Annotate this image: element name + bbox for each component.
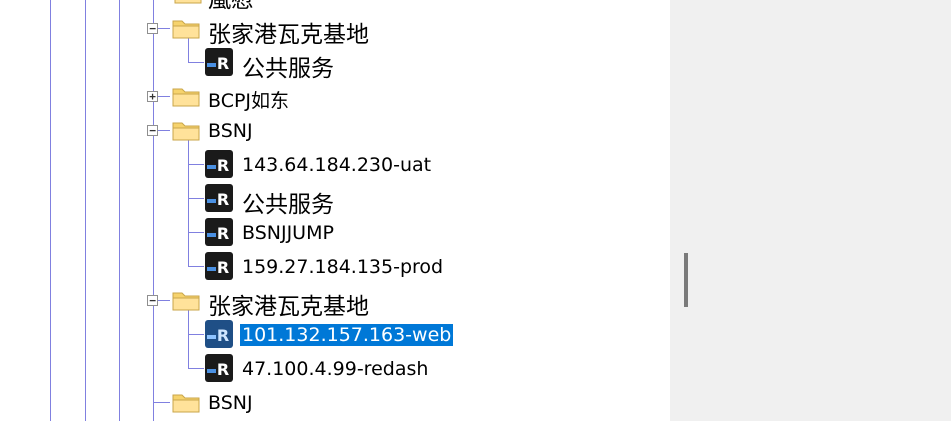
tree-line [188,164,204,165]
remote-server-icon: R [205,184,233,212]
tree-item-label: 159.27.184.135-prod [242,256,444,278]
svg-text:R: R [217,326,229,345]
tree-line [188,232,204,233]
folder-icon [172,292,200,311]
tree-line [188,368,204,369]
tree-item-label: 张家港瓦克基地 [208,294,369,320]
tree-item-server[interactable]: R 公共服务 [204,45,504,82]
tree-line [50,0,51,421]
tree-line [85,0,86,421]
tree-item-group[interactable]: − 张家港瓦克基地 [140,11,440,48]
folder-icon [174,0,202,4]
remote-server-icon: R [205,252,233,280]
connection-tree[interactable]: 嵐慰 − 张家港瓦克基地 R 公共服务 + BCPJ如东 − BSNJ R 14… [0,0,670,421]
tree-item-label: 张家港瓦克基地 [208,22,369,48]
tree-line [188,62,204,63]
collapse-toggle[interactable]: − [147,295,158,306]
svg-text:R: R [217,156,229,175]
tree-line [188,136,189,266]
splitter-handle[interactable] [684,253,688,307]
folder-icon [172,20,200,39]
detail-pane [670,0,951,421]
tree-item-label: 公共服务 [242,192,334,218]
expand-toggle[interactable]: + [147,91,158,102]
tree-line [188,334,204,335]
tree-item-server-selected[interactable]: R 101.132.157.163-web [204,317,504,351]
remote-server-icon: R [205,320,233,348]
collapse-toggle[interactable]: − [147,23,158,34]
remote-server-icon: R [205,48,233,76]
tree-item-server[interactable]: R 公共服务 [204,181,504,218]
tree-line [188,198,204,199]
tree-item-label: 公共服务 [242,56,334,82]
remote-server-icon: R [205,218,233,246]
folder-icon [172,88,200,107]
svg-text:R: R [217,190,229,209]
tree-line [119,0,120,421]
svg-text:R: R [217,360,229,379]
tree-item-label: BCPJ如东 [208,90,290,112]
tree-item-server[interactable]: R 47.100.4.99-redash [204,351,504,385]
folder-icon [172,122,200,141]
svg-text:R: R [217,224,229,243]
tree-item-server[interactable]: R BSNJJUMP [204,215,504,249]
remote-server-icon: R [205,150,233,178]
tree-item-label: 47.100.4.99-redash [242,358,429,380]
tree-item-label: BSNJJUMP [242,222,334,244]
folder-icon [172,394,200,413]
tree-item-truncated[interactable]: 嵐慰 [170,0,370,13]
tree-item-group[interactable]: BSNJ [140,385,440,419]
tree-item-group[interactable]: − 张家港瓦克基地 [140,283,440,320]
tree-line [153,0,154,421]
tree-line [188,266,204,267]
tree-item-label: 101.132.157.163-web [240,324,454,346]
svg-text:R: R [217,258,229,277]
tree-item-group[interactable]: − BSNJ [140,113,440,147]
tree-item-server[interactable]: R 143.64.184.230-uat [204,147,504,181]
tree-item-label: 143.64.184.230-uat [242,154,432,176]
tree-item-server[interactable]: R 159.27.184.135-prod [204,249,504,283]
tree-item-label: BSNJ [208,120,253,142]
collapse-toggle[interactable]: − [147,125,158,136]
tree-item-group[interactable]: + BCPJ如东 [140,79,440,113]
tree-item-label: BSNJ [208,392,253,414]
remote-server-icon: R [205,354,233,382]
svg-text:R: R [217,54,229,73]
